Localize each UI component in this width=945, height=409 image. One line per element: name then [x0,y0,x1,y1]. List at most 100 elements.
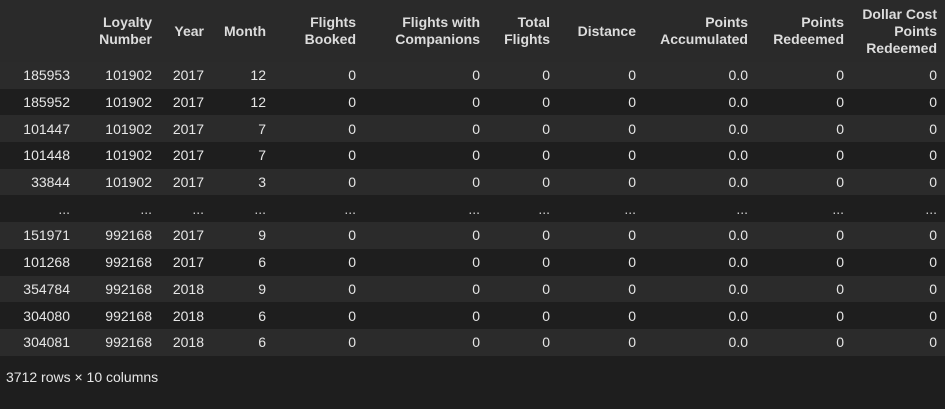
table-cell: ... [254,200,266,217]
table-cell: 0 [348,280,356,297]
table-cell: 9 [258,227,266,244]
table-cell: 6 [258,254,266,271]
table-row: 304081 992168 2018 6 0 0 0 0 0.0 0 0 [0,328,945,356]
table-cell: 2018 [172,334,204,351]
table-cell: 0 [628,334,636,351]
table-cell: 0 [348,307,356,324]
table-cell: 0 [628,120,636,137]
table-cell: ... [344,200,356,217]
table-cell: 0 [929,120,937,137]
row-index-cell: 185953 [23,67,70,84]
column-header: Year [174,22,204,39]
table-cell: 0 [542,147,550,164]
table-cell: 2017 [172,67,204,84]
table-cell: 2018 [172,280,204,297]
table-cell: 0 [348,334,356,351]
dataframe-shape-label: 3712 rows × 10 columns [6,369,159,385]
table-cell: 0 [929,67,937,84]
table-cell: 2017 [172,174,204,191]
table-cell: ... [192,200,204,217]
table-cell: 0 [542,67,550,84]
table-cell: ... [624,200,636,217]
table-cell: 9 [258,280,266,297]
table-cell: 0 [542,227,550,244]
table-row: 101448 101902 2017 7 0 0 0 0 0.0 0 0 [0,142,945,169]
table-body: 185953 101902 2017 12 0 0 0 0 0.0 0 0 185952 101902 2… [0,62,945,356]
table-cell: 0 [348,174,356,191]
table-cell: 0.0 [728,67,748,84]
table-cell: 0 [836,334,844,351]
table-cell: 0 [929,254,937,271]
table-cell: 101902 [105,67,152,84]
table-cell: 0 [836,94,844,111]
table-cell: 0 [542,120,550,137]
table-cell: ... [832,200,844,217]
table-cell: 0 [836,147,844,164]
table-row: 33844 101902 2017 3 0 0 0 0 0.0 0 0 [0,168,945,196]
row-index-cell: 101448 [23,147,70,164]
table-cell: 0 [836,307,844,324]
table-cell: 0.0 [728,227,748,244]
table-cell: 0 [542,280,550,297]
table-cell: 0 [628,280,636,297]
table-cell: 2017 [172,120,204,137]
column-header: Flights Booked [304,14,356,47]
table-cell: 2017 [172,254,204,271]
table-cell: 2018 [172,307,204,324]
table-cell: ... [925,200,937,217]
table-cell: 7 [258,120,266,137]
table-cell: 0 [628,147,636,164]
table-cell: 0 [472,94,480,111]
table-cell: 0 [348,94,356,111]
table-cell: 0 [542,174,550,191]
table-cell: 0 [348,254,356,271]
table-cell: 0 [929,334,937,351]
table-cell: 0 [628,227,636,244]
table-cell: 0 [472,307,480,324]
table-cell: 0.0 [728,120,748,137]
table-cell: ... [538,200,550,217]
row-index-cell: 304080 [23,307,70,324]
row-index-cell: 33844 [31,174,70,191]
table-cell: 101902 [105,147,152,164]
table-cell: 0 [836,67,844,84]
table-cell: 0 [472,254,480,271]
table-cell: 0 [348,147,356,164]
table-cell: 0.0 [728,307,748,324]
table-cell: 0 [929,280,937,297]
table-cell: 0 [929,227,937,244]
table-cell: 0 [472,334,480,351]
table-cell: 0 [628,174,636,191]
column-header: Flights with Companions [395,14,480,47]
table-cell: 0 [472,67,480,84]
table-cell: 0 [472,227,480,244]
column-header: Distance [577,22,636,39]
table-cell: 0.0 [728,254,748,271]
row-index-cell: 354784 [23,280,70,297]
table-cell: 0 [929,147,937,164]
table-cell: 992168 [105,280,152,297]
table-cell: 0 [348,227,356,244]
table-cell: 12 [250,94,266,111]
table-cell: 0 [836,280,844,297]
table-cell: 0.0 [728,334,748,351]
dataframe-table: Loyalty Number Year Month Flights Booked… [0,0,945,356]
table-cell: 0 [628,94,636,111]
dataframe-output: Loyalty Number Year Month Flights Booked… [0,0,945,385]
table-row: 354784 992168 2018 9 0 0 0 0 0.0 0 0 [0,275,945,303]
table-cell: 0.0 [728,94,748,111]
table-cell: 0 [472,280,480,297]
table-row: ................................. [0,195,945,223]
table-cell: 101902 [105,120,152,137]
table-row: 151971 992168 2017 9 0 0 0 0 0.0 0 0 [0,222,945,249]
table-cell: 0 [836,120,844,137]
table-cell: 0 [628,307,636,324]
table-cell: 0 [348,67,356,84]
table-cell: 6 [258,334,266,351]
table-row: 185953 101902 2017 12 0 0 0 0 0.0 0 0 [0,62,945,89]
table-cell: 0 [472,174,480,191]
table-cell: ... [468,200,480,217]
column-header: Month [224,22,266,39]
table-cell: 992168 [105,227,152,244]
table-cell: 0 [628,254,636,271]
